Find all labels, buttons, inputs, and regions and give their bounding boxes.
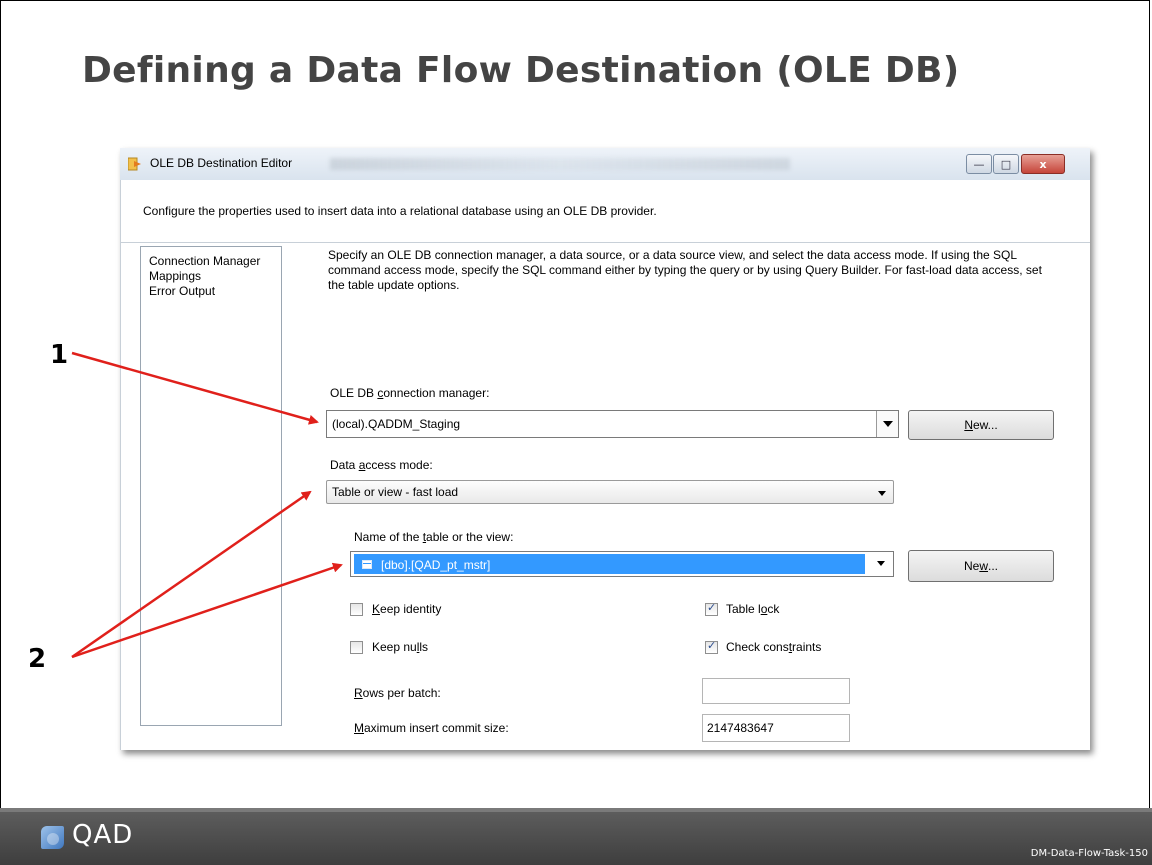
sidebar-item-error-output[interactable]: Error Output (149, 284, 273, 299)
footer-top-line (0, 808, 1152, 812)
connection-manager-combobox[interactable]: (local).QADDM_Staging (326, 410, 899, 438)
keep-identity-checkbox[interactable] (350, 603, 363, 616)
check-constraints-label: Check constraints (726, 640, 822, 654)
selected-table-highlight: [dbo].[QAD_pt_mstr] (354, 554, 865, 574)
header-divider (121, 242, 1090, 243)
chevron-down-icon (883, 421, 893, 427)
connection-manager-value: (local).QADDM_Staging (332, 417, 461, 431)
maximum-insert-commit-size-value: 2147483647 (707, 721, 774, 735)
keep-nulls-checkbox[interactable] (350, 641, 363, 654)
page-list: Connection Manager Mappings Error Output (140, 246, 282, 726)
page-description: Specify an OLE DB connection manager, a … (328, 248, 1042, 292)
ssis-app-icon (128, 157, 141, 171)
qad-logo-text: QAD (72, 820, 134, 850)
table-lock-label: Table lock (726, 602, 780, 616)
data-access-mode-value: Table or view - fast load (332, 485, 459, 499)
slide-code: DM-Data-Flow-Task-150 (1030, 848, 1148, 859)
maximum-insert-commit-size-input[interactable]: 2147483647 (702, 714, 850, 742)
sidebar-item-mappings[interactable]: Mappings (149, 269, 273, 284)
chevron-down-icon[interactable] (877, 561, 885, 566)
connection-manager-dropdown-button[interactable] (876, 411, 898, 437)
callout-number-2: 2 (28, 644, 47, 674)
background-window-title (330, 158, 790, 170)
check-constraints-checkbox[interactable] (705, 639, 718, 654)
connection-manager-label: OLE DB connection manager: (330, 386, 490, 400)
close-button[interactable]: x (1021, 154, 1065, 174)
rows-per-batch-input[interactable] (702, 678, 850, 704)
window-title: OLE DB Destination Editor (150, 156, 293, 170)
rows-per-batch-label: Rows per batch: (354, 686, 441, 700)
maximum-insert-commit-size-label: Maximum insert commit size: (354, 721, 509, 735)
callout-number-1: 1 (50, 340, 69, 370)
table-lock-checkbox[interactable] (705, 601, 718, 616)
sidebar-item-connection-manager[interactable]: Connection Manager (149, 254, 273, 269)
table-name-label: Name of the table or the view: (354, 530, 514, 544)
new-table-button[interactable]: Ne w... (908, 550, 1054, 582)
editor-header-description: Configure the properties used to insert … (143, 204, 657, 218)
ole-db-destination-editor-window: OLE DB Destination Editor — □ x Configur… (120, 148, 1090, 750)
maximize-button[interactable]: □ (993, 154, 1019, 174)
window-titlebar[interactable]: OLE DB Destination Editor — □ x (120, 148, 1090, 181)
keep-identity-label: Keep identity (372, 602, 442, 616)
chevron-down-icon (878, 491, 886, 496)
data-access-mode-label: Data access mode: (330, 458, 433, 472)
table-name-combobox[interactable]: [dbo].[QAD_pt_mstr] (350, 551, 894, 577)
table-icon (362, 560, 372, 569)
minimize-button[interactable]: — (966, 154, 992, 174)
slide-footer (0, 808, 1152, 865)
table-name-value: [dbo].[QAD_pt_mstr] (381, 558, 491, 572)
new-connection-button[interactable]: New... (908, 410, 1054, 440)
qad-logo-icon (41, 826, 64, 849)
data-access-mode-select[interactable]: Table or view - fast load (326, 480, 894, 504)
slide-title: Defining a Data Flow Destination (OLE DB… (82, 50, 960, 91)
keep-nulls-label: Keep nulls (372, 640, 429, 654)
